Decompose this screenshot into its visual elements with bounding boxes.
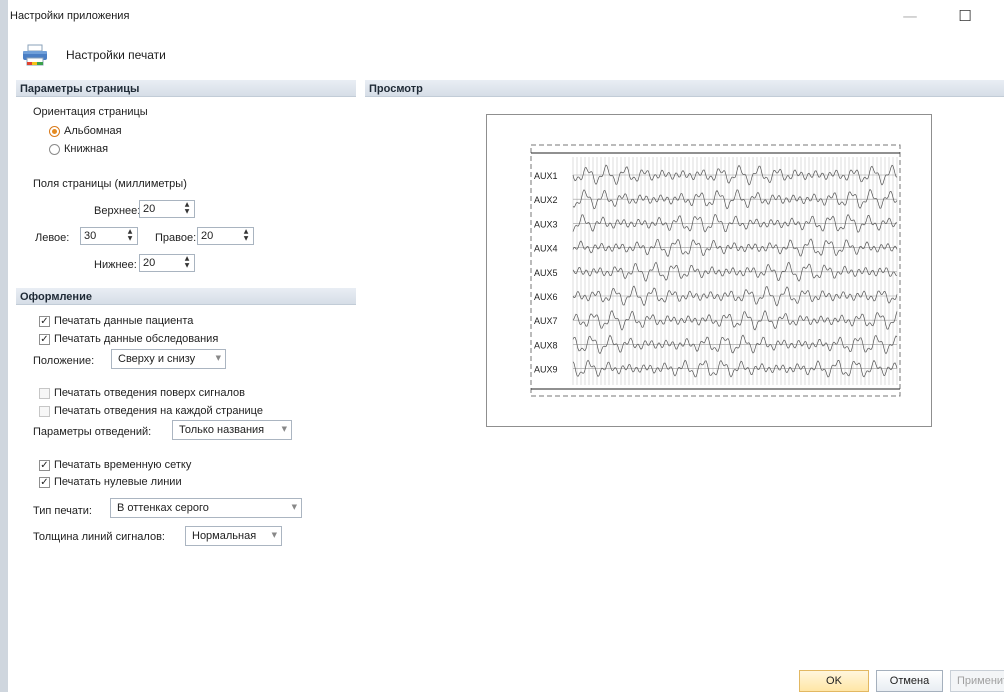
print-exam-label[interactable]: Печатать данные обследования [54,333,218,345]
line-width-value: Нормальная [192,530,257,542]
printer-icon [23,44,47,66]
right-margin-label: Правое: [155,232,197,244]
leads-over-label[interactable]: Печатать отведения поверх сигналов [54,387,245,399]
print-patient-label[interactable]: Печатать данные пациента [54,315,193,327]
chevron-down-icon[interactable]: ▼ [272,531,277,539]
channel-label: AUX7 [534,316,558,326]
time-grid-checkbox[interactable]: ✓ [39,460,50,471]
cancel-button[interactable]: Отмена [876,670,943,692]
channel-label: AUX8 [534,340,558,350]
channel-label: AUX1 [534,171,558,181]
margins-label: Поля страницы (миллиметры) [33,178,187,190]
lead-params-select[interactable]: Только названия ▼ [172,420,292,440]
left-margin-value: 30 [84,230,97,242]
maximize-button[interactable]: ☐ [943,0,987,32]
left-margin-label: Левое: [35,232,70,244]
right-margin-value: 20 [201,230,214,242]
bottom-margin-label: Нижнее: [94,259,137,271]
title-bar: Настройки приложения — ☐ ✕ [8,0,1004,32]
channel-label: AUX4 [534,244,558,254]
print-exam-checkbox[interactable]: ✓ [39,334,50,345]
print-preview: AUX1 AUX2 AUX3 AUX4 AUX5 AUX6 AUX7 AUX8 AUX9 [486,114,932,427]
print-settings-header: Настройки печати [8,36,1004,72]
spin-arrows-icon[interactable]: ▲ ▼ [125,228,135,244]
chevron-down-icon[interactable]: ▼ [292,503,297,511]
portrait-radio[interactable] [49,144,60,155]
close-button[interactable]: ✕ [990,0,1004,32]
print-patient-checkbox[interactable]: ✓ [39,316,50,327]
line-width-label: Толщина линий сигналов: [33,531,165,543]
spin-arrows-icon[interactable]: ▲ ▼ [182,201,192,217]
position-select[interactable]: Сверху и снизу ▼ [111,349,226,369]
minimize-button[interactable]: — [888,0,932,32]
preview-page: AUX1 AUX2 AUX3 AUX4 AUX5 AUX6 AUX7 AUX8 AUX9 [530,144,901,397]
top-margin-label: Верхнее: [94,205,141,217]
apply-button[interactable]: Применить [950,670,1004,692]
time-grid-label[interactable]: Печатать временную сетку [54,459,191,471]
channel-label: AUX2 [534,195,558,205]
top-margin-value: 20 [143,203,156,215]
channel-label: AUX5 [534,268,558,278]
portrait-label[interactable]: Книжная [64,143,108,155]
zero-lines-label[interactable]: Печатать нулевые линии [54,476,182,488]
spin-arrows-icon[interactable]: ▲ ▼ [241,228,251,244]
page-params-section-header: Параметры страницы [16,80,356,97]
print-type-select[interactable]: В оттенках серого ▼ [110,498,302,518]
settings-window: Настройки приложения — ☐ ✕ Настройки печ… [0,0,1004,692]
left-margin-spin[interactable]: 30 ▲ ▼ [80,227,138,245]
chevron-down-icon[interactable]: ▼ [282,425,287,433]
ok-button[interactable]: OK [799,670,869,692]
position-label: Положение: [33,355,95,367]
spin-arrows-icon[interactable]: ▲ ▼ [182,255,192,271]
preview-section-header: Просмотр [365,80,1004,97]
chevron-down-icon[interactable]: ▼ [216,354,221,362]
zero-lines-checkbox[interactable]: ✓ [39,477,50,488]
bottom-margin-value: 20 [143,257,156,269]
channel-label: AUX9 [534,365,558,375]
position-value: Сверху и снизу [118,353,196,365]
leads-each-page-label[interactable]: Печатать отведения на каждой странице [54,405,263,417]
orientation-label: Ориентация страницы [33,106,148,118]
line-width-select[interactable]: Нормальная ▼ [185,526,282,546]
window-title: Настройки приложения [10,10,130,22]
lead-params-value: Только названия [179,424,265,436]
leads-each-page-checkbox[interactable] [39,406,50,417]
print-type-value: В оттенках серого [117,502,209,514]
top-margin-spin[interactable]: 20 ▲ ▼ [139,200,195,218]
print-settings-label: Настройки печати [66,48,166,62]
landscape-label[interactable]: Альбомная [64,125,122,137]
right-margin-spin[interactable]: 20 ▲ ▼ [197,227,254,245]
channel-label: AUX6 [534,292,558,302]
landscape-radio[interactable] [49,126,60,137]
lead-params-label: Параметры отведений: [33,426,152,438]
channel-label: AUX3 [534,219,558,229]
leads-over-checkbox[interactable] [39,388,50,399]
layout-section-header: Оформление [16,288,356,305]
bottom-margin-spin[interactable]: 20 ▲ ▼ [139,254,195,272]
print-type-label: Тип печати: [33,505,92,517]
